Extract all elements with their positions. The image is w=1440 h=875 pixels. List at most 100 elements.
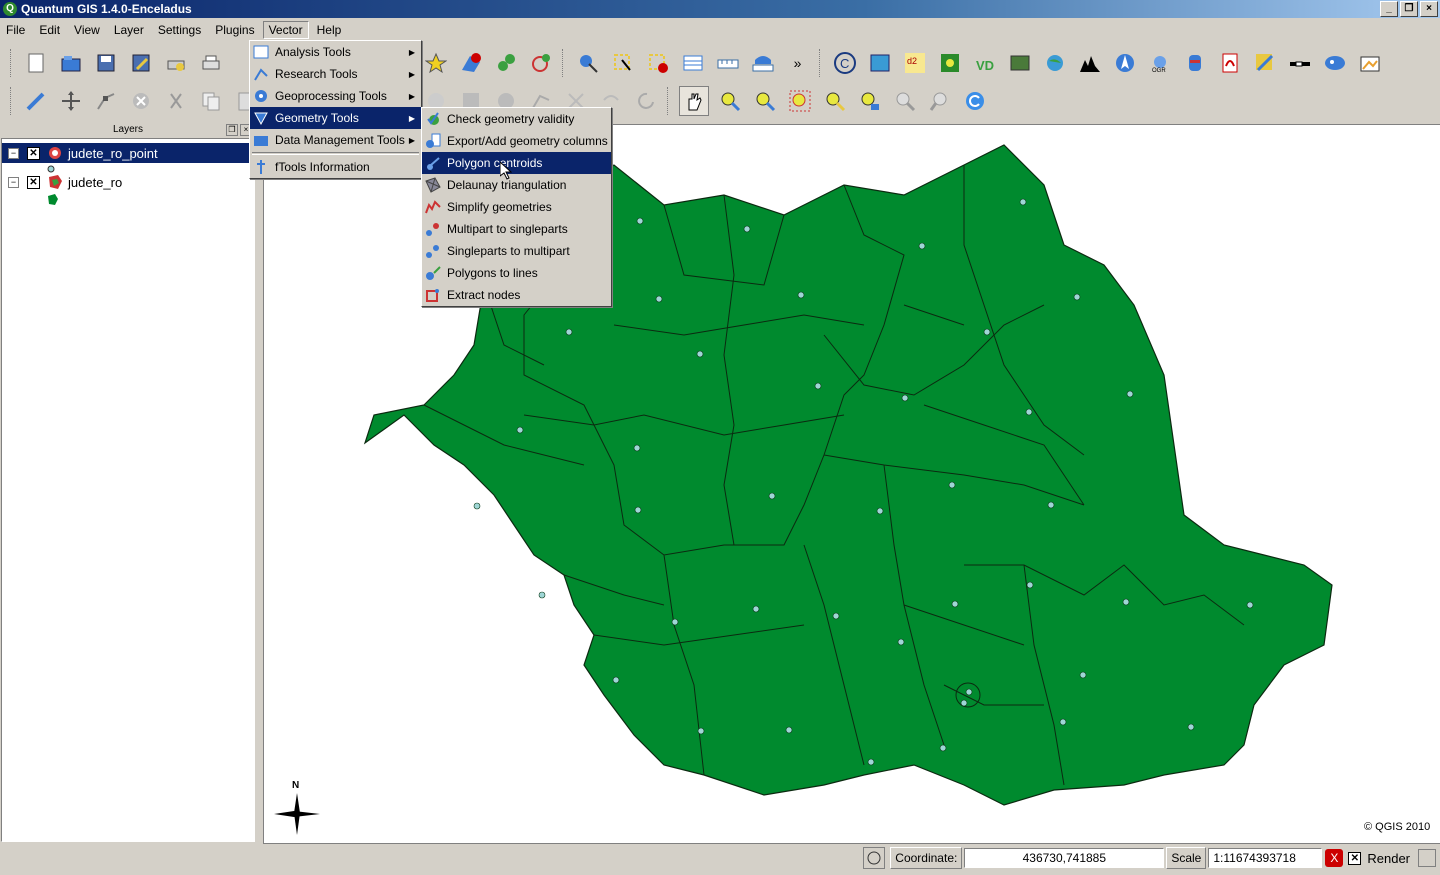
menu-vector[interactable]: Vector	[262, 21, 309, 39]
menu-item-research-tools[interactable]: Research Tools ▶	[250, 63, 421, 85]
identify-icon[interactable]	[574, 49, 602, 77]
copy-features-icon[interactable]	[197, 87, 225, 115]
centroid-point	[565, 328, 573, 336]
zoom-in-icon[interactable]	[716, 87, 744, 115]
menu-item-export-add-geometry-columns[interactable]: Export/Add geometry columns	[422, 130, 611, 152]
layer-visibility-checkbox[interactable]: ✕	[27, 175, 40, 189]
raster-icon[interactable]	[1006, 49, 1034, 77]
delete-selected-icon[interactable]	[127, 87, 155, 115]
save-as-icon[interactable]	[127, 49, 155, 77]
north-arrow-icon[interactable]	[1111, 49, 1139, 77]
close-button[interactable]: ×	[1420, 1, 1438, 17]
collapse-toggle[interactable]: −	[8, 147, 19, 159]
node-tool-icon[interactable]	[92, 87, 120, 115]
menu-file[interactable]: File	[0, 21, 31, 39]
print-icon[interactable]	[197, 49, 225, 77]
select-features-icon[interactable]	[609, 49, 637, 77]
zoom-full-icon[interactable]	[786, 87, 814, 115]
ogr-converter-icon[interactable]: OGR	[1146, 49, 1174, 77]
menu-item-analysis-tools[interactable]: Analysis Tools ▶	[250, 41, 421, 63]
centroid-point	[1246, 601, 1254, 609]
add-wms-layer-icon[interactable]	[527, 49, 555, 77]
new-project-icon[interactable]	[22, 49, 50, 77]
delimited-text-icon[interactable]: VD	[971, 49, 999, 77]
add-vector-layer-icon[interactable]	[492, 49, 520, 77]
zoom-next-icon[interactable]	[926, 87, 954, 115]
stop-render-icon[interactable]: X	[1325, 849, 1344, 867]
scale-bar-line-icon[interactable]	[1286, 49, 1314, 77]
scale-field[interactable]: 1:11674393718	[1208, 848, 1323, 868]
layer-item-judete-ro[interactable]: − ✕ judete_ro	[2, 172, 122, 192]
polygon-to-lines-icon	[425, 265, 441, 281]
menu-edit[interactable]: Edit	[33, 21, 66, 39]
menu-plugins[interactable]: Plugins	[209, 21, 260, 39]
measure-area-icon[interactable]	[749, 49, 777, 77]
toolbar-grip[interactable]	[562, 49, 566, 77]
deselect-icon[interactable]	[644, 49, 672, 77]
attribute-table-icon[interactable]	[679, 49, 707, 77]
float-panel-button[interactable]: ❐	[226, 124, 238, 136]
collapse-toggle[interactable]: −	[8, 176, 19, 188]
render-checkbox[interactable]: ✕	[1348, 851, 1362, 865]
refresh-icon[interactable]	[961, 87, 989, 115]
georeferencer-icon[interactable]: d2	[901, 49, 929, 77]
zoom-selection-icon[interactable]	[821, 87, 849, 115]
layer-item-judete-ro-point[interactable]: − ✕ judete_ro_point	[2, 143, 254, 163]
interpolation-icon[interactable]	[1251, 49, 1279, 77]
simplify-icon	[425, 199, 441, 215]
copyright-label-icon[interactable]: C	[831, 49, 859, 77]
pan-hand-icon[interactable]	[678, 86, 709, 116]
menu-item-simplify-geometries[interactable]: Simplify geometries	[422, 196, 611, 218]
image-export-icon[interactable]	[1356, 49, 1384, 77]
maximize-button[interactable]: ❐	[1400, 1, 1418, 17]
menu-item-check-geometry-validity[interactable]: Check geometry validity	[422, 108, 611, 130]
menu-item-extract-nodes[interactable]: Extract nodes	[422, 284, 611, 306]
terrain-icon[interactable]	[1076, 49, 1104, 77]
menu-item-ftools-information[interactable]: fTools Information	[250, 156, 421, 178]
menu-view[interactable]: View	[68, 21, 106, 39]
gps-tools-icon[interactable]	[936, 49, 964, 77]
toggle-editing-icon[interactable]	[22, 87, 50, 115]
minimize-button[interactable]: _	[1380, 1, 1398, 17]
move-feature-icon[interactable]	[57, 87, 85, 115]
zoom-layer-icon[interactable]	[856, 87, 884, 115]
postgis-icon[interactable]	[1321, 49, 1349, 77]
redo-icon[interactable]	[632, 87, 660, 115]
add-star-icon[interactable]	[422, 49, 450, 77]
print-composer-icon[interactable]	[162, 49, 190, 77]
toolbar-grip[interactable]	[667, 87, 671, 115]
menu-item-geometry-tools[interactable]: Geometry Tools ▶	[250, 107, 421, 129]
toolbar-grip[interactable]	[819, 49, 823, 77]
scale-bar-icon[interactable]	[866, 49, 894, 77]
toolbar-overflow-icon[interactable]: »	[784, 49, 812, 77]
save-project-icon[interactable]	[92, 49, 120, 77]
digitizing-toolbar-top: » C d2 VD OGR	[418, 44, 1387, 82]
menu-item-polygon-centroids[interactable]: Polygon centroids	[422, 152, 611, 174]
cut-features-icon[interactable]	[162, 87, 190, 115]
projection-icon[interactable]	[1418, 849, 1436, 867]
remove-layer-icon[interactable]	[457, 49, 485, 77]
menu-item-multipart-to-singleparts[interactable]: Multipart to singleparts	[422, 218, 611, 240]
menu-layer[interactable]: Layer	[108, 21, 150, 39]
menu-settings[interactable]: Settings	[152, 21, 207, 39]
measure-line-icon[interactable]	[714, 49, 742, 77]
menu-item-singleparts-to-multipart[interactable]: Singleparts to multipart	[422, 240, 611, 262]
layer-visibility-checkbox[interactable]: ✕	[27, 146, 40, 160]
zoom-out-icon[interactable]	[751, 87, 779, 115]
database-icon[interactable]	[1181, 49, 1209, 77]
globe-icon[interactable]	[1041, 49, 1069, 77]
menu-help[interactable]: Help	[311, 21, 348, 39]
toolbar-grip[interactable]	[10, 49, 14, 77]
open-project-icon[interactable]	[57, 49, 85, 77]
menu-item-label: Multipart to singleparts	[447, 222, 568, 236]
menu-item-data-management-tools[interactable]: Data Management Tools ▶	[250, 129, 421, 151]
layers-tree: − ✕ judete_ro_point − ✕ judete_ro	[1, 138, 255, 842]
menu-item-delaunay-triangulation[interactable]: Delaunay triangulation	[422, 174, 611, 196]
toolbar-grip[interactable]	[10, 87, 14, 115]
menu-item-polygons-to-lines[interactable]: Polygons to lines	[422, 262, 611, 284]
map-tips-icon[interactable]	[862, 847, 885, 869]
zoom-last-icon[interactable]	[891, 87, 919, 115]
pdf-export-icon[interactable]	[1216, 49, 1244, 77]
centroid-point	[1019, 198, 1027, 206]
menu-item-geoprocessing-tools[interactable]: Geoprocessing Tools ▶	[250, 85, 421, 107]
